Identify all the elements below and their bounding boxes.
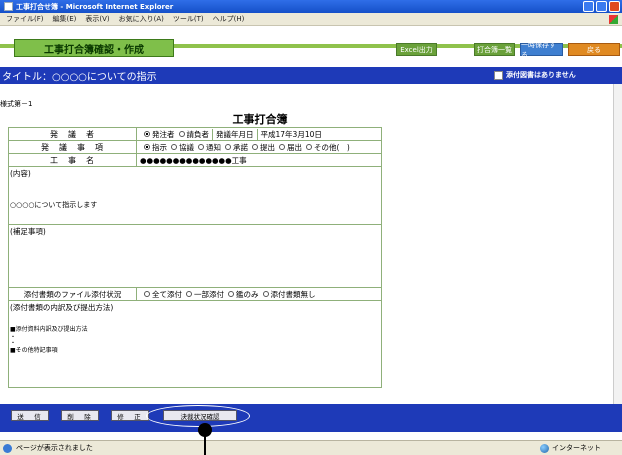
status-text: ページが表示されました <box>16 444 93 452</box>
issuer-value: 発注者 請負者 発議年月日 平成17年3月10日 <box>137 128 381 140</box>
form-number: 様式第－1 <box>0 100 33 108</box>
matter-options: 指示 協議 通知 承諾 提出 届出 その他( ) <box>137 141 381 153</box>
no-attachment-checkbox[interactable]: 添付図書はありません <box>494 70 576 80</box>
ie-app-icon <box>4 2 13 11</box>
window-title-bar: 工事打合せ簿 - Microsoft Internet Explorer <box>0 0 622 13</box>
security-zone: インターネット <box>540 443 601 453</box>
no-attachment-label: 添付図書はありません <box>506 71 576 79</box>
radio-selected-icon[interactable] <box>144 131 150 137</box>
attach-option-cover-only[interactable]: 鑑のみ <box>224 289 259 300</box>
matter-option-report[interactable]: 届出 <box>275 142 302 153</box>
work-name-label: 工 事 名 <box>9 154 137 166</box>
menu-help[interactable]: ヘルプ(H) <box>213 14 245 24</box>
back-button[interactable]: 戻る <box>568 43 620 56</box>
radio-icon[interactable] <box>279 144 285 150</box>
send-button[interactable]: 送 信 <box>11 410 49 421</box>
radio-icon[interactable] <box>252 144 258 150</box>
attachment-detail-line1: ■添付資料内訳及び提出方法 <box>10 326 88 333</box>
page-header: 工事打合簿確認・作成 Excel出力 打合簿一覧 一時保存する 戻る <box>0 27 622 67</box>
supplement-label: (補足事項) <box>10 227 46 236</box>
matter-row: 発 議 事 項 指示 協議 通知 承諾 提出 届出 その他( ) <box>9 141 381 154</box>
menu-tools[interactable]: ツール(T) <box>173 14 204 24</box>
menu-view[interactable]: 表示(V) <box>85 14 109 24</box>
menu-edit[interactable]: 編集(E) <box>53 14 77 24</box>
attachment-status-row: 添付書類のファイル添付状況 全て添付 一部添付 鑑のみ 添付書類無し <box>9 288 381 301</box>
menu-favorites[interactable]: お気に入り(A) <box>119 14 164 24</box>
radio-icon[interactable] <box>178 131 185 137</box>
issuer-option-contractor[interactable]: 請負者 <box>175 129 209 140</box>
delete-button[interactable]: 削 除 <box>61 410 99 421</box>
status-bar: ページが表示されました インターネット <box>0 440 622 455</box>
attach-option-partial[interactable]: 一部添付 <box>182 289 224 300</box>
issuer-row: 発 議 者 発注者 請負者 発議年月日 平成17年3月10日 <box>9 128 381 141</box>
meeting-form: 発 議 者 発注者 請負者 発議年月日 平成17年3月10日 発 議 事 項 指… <box>8 127 382 388</box>
edit-button[interactable]: 修 正 <box>111 410 149 421</box>
form-heading: 工事打合簿 <box>232 113 288 126</box>
matter-option-instruction[interactable]: 指示 <box>140 142 167 153</box>
attach-option-all[interactable]: 全て添付 <box>140 289 182 300</box>
matter-option-approval[interactable]: 承諾 <box>221 142 248 153</box>
radio-icon[interactable] <box>198 144 204 150</box>
windows-logo-icon <box>609 15 618 24</box>
subject-title: タイトル：○○○○についての指示 <box>2 72 157 83</box>
radio-icon[interactable] <box>171 144 177 150</box>
bottom-toolbar: 送 信 削 除 修 正 決裁状況確認 <box>0 404 622 432</box>
attachment-status-options: 全て添付 一部添付 鑑のみ 添付書類無し <box>137 288 381 300</box>
issuer-label: 発 議 者 <box>9 128 137 140</box>
matter-option-consult[interactable]: 協議 <box>167 142 194 153</box>
meeting-list-button[interactable]: 打合簿一覧 <box>474 43 515 56</box>
radio-icon[interactable] <box>262 291 269 297</box>
window-title: 工事打合せ簿 - Microsoft Internet Explorer <box>16 2 174 11</box>
radio-icon[interactable] <box>186 291 192 297</box>
matter-option-other[interactable]: その他( ) <box>302 142 350 153</box>
content-area[interactable]: (内容) ○○○○について指示します <box>9 167 381 225</box>
attachment-detail-area[interactable]: (添付書類の内訳及び提出方法) ■添付資料内訳及び提出方法 ・ ・ ■その他特記… <box>9 301 381 387</box>
maximize-button[interactable] <box>596 1 607 12</box>
zone-label: インターネット <box>552 444 601 452</box>
excel-export-button[interactable]: Excel出力 <box>396 43 437 56</box>
attachment-detail-label: (添付書類の内訳及び提出方法) <box>10 303 114 312</box>
subject-bar: タイトル：○○○○についての指示 添付図書はありません <box>0 67 622 84</box>
radio-selected-icon[interactable] <box>144 144 150 150</box>
menu-bar: ファイル(F) 編集(E) 表示(V) お気に入り(A) ツール(T) ヘルプ(… <box>0 13 622 26</box>
work-name-row: 工 事 名 ●●●●●●●●●●●●●●工事 <box>9 154 381 167</box>
highlight-ellipse <box>146 405 250 427</box>
radio-icon[interactable] <box>306 144 312 150</box>
matter-label: 発 議 事 項 <box>9 141 137 153</box>
radio-icon[interactable] <box>144 291 150 297</box>
vertical-scrollbar[interactable] <box>613 84 622 404</box>
matter-option-submit[interactable]: 提出 <box>248 142 275 153</box>
page-status-icon <box>3 443 12 453</box>
content-label: (内容) <box>10 169 31 178</box>
page-title: 工事打合簿確認・作成 <box>14 39 174 57</box>
attachment-detail-line2: ■その他特記事項 <box>10 347 58 354</box>
attachment-status-label: 添付書類のファイル添付状況 <box>9 288 137 300</box>
radio-icon[interactable] <box>228 291 234 297</box>
matter-option-notice[interactable]: 通知 <box>194 142 221 153</box>
attach-option-none[interactable]: 添付書類無し <box>259 289 316 300</box>
supplement-area[interactable]: (補足事項) <box>9 225 381 288</box>
work-name-value: ●●●●●●●●●●●●●●工事 <box>140 155 247 165</box>
issue-date-label: 発議年月日 <box>216 129 254 139</box>
issue-date-value: 平成17年3月10日 <box>260 129 322 139</box>
internet-zone-icon <box>540 443 549 453</box>
temp-save-button[interactable]: 一時保存する <box>520 41 563 59</box>
minimize-button[interactable] <box>583 1 594 12</box>
checkbox-box[interactable] <box>494 70 503 80</box>
pointer-line <box>204 428 206 455</box>
close-button[interactable] <box>609 1 620 12</box>
menu-file[interactable]: ファイル(F) <box>6 14 44 24</box>
window-controls <box>583 1 620 12</box>
radio-icon[interactable] <box>225 144 231 150</box>
content-text: ○○○○について指示します <box>10 201 98 209</box>
issuer-option-owner[interactable]: 発注者 <box>140 129 175 140</box>
